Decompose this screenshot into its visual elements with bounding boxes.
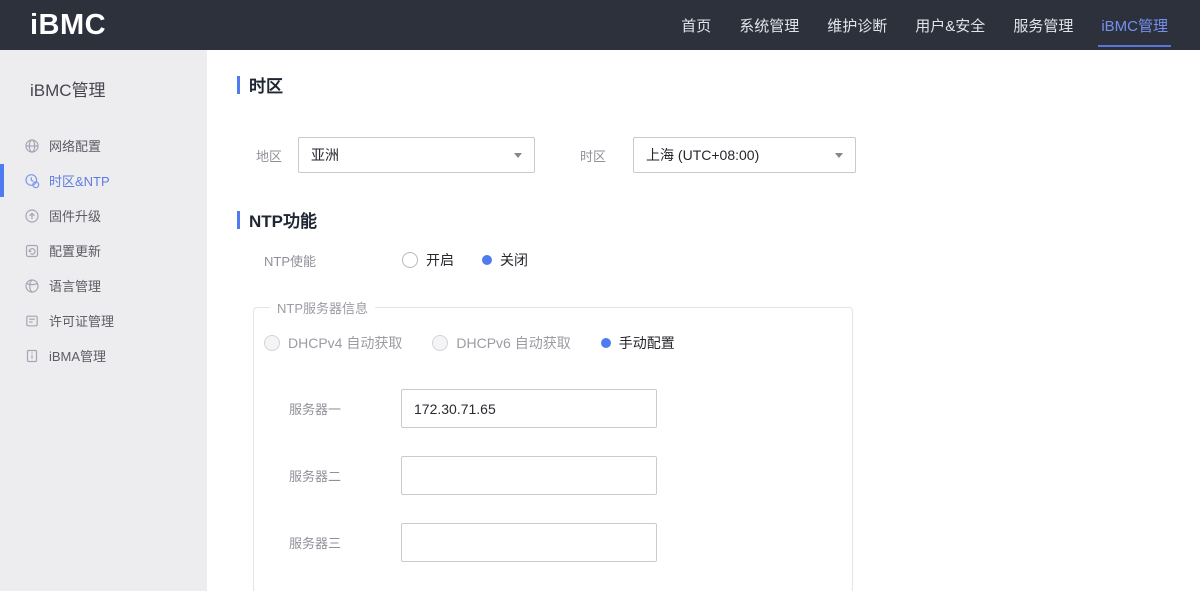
sidebar-item-timezone-ntp[interactable]: 时区&NTP [0, 163, 207, 198]
sidebar-menu: 网络配置 时区&NTP 固件升级 配置更新 语言管理 许可证管理 iBMA管理 [0, 128, 207, 373]
section-accent-bar [237, 210, 240, 229]
manual-config-radio[interactable] [600, 338, 611, 348]
timezone-select-value: 上海 (UTC+08:00) [646, 147, 760, 163]
radio-label: DHCPv6 自动获取 [456, 335, 571, 351]
radio-label: 关闭 [500, 252, 528, 268]
server-two-label: 服务器二 [289, 469, 342, 484]
ntp-enable-off-radio[interactable] [482, 255, 492, 265]
sidebar-item-label: 许可证管理 [49, 314, 115, 329]
dhcpv4-auto-option[interactable]: DHCPv4 自动获取 [264, 333, 402, 353]
sidebar-item-label: 配置更新 [49, 244, 102, 259]
ibmc-logo: iBMC [30, 8, 107, 41]
dhcpv6-auto-radio[interactable] [432, 335, 449, 351]
dhcpv6-auto-option[interactable]: DHCPv6 自动获取 [432, 333, 571, 353]
server-three-input[interactable] [401, 523, 657, 562]
nav-item-system-management[interactable]: 系统管理 [725, 0, 813, 50]
chevron-down-icon [514, 152, 523, 158]
section-title-text: NTP功能 [249, 212, 317, 231]
ntp-server-info-legend: NTP服务器信息 [277, 301, 369, 316]
ntp-enable-radio-group: 开启 关闭 [402, 250, 528, 270]
server-one-label: 服务器一 [289, 402, 342, 417]
section-title-text: 时区 [249, 77, 283, 96]
sidebar-item-network-config[interactable]: 网络配置 [0, 128, 207, 163]
server-one-input[interactable] [401, 389, 657, 428]
sidebar: iBMC管理 网络配置 时区&NTP 固件升级 配置更新 语言管理 许可证管理 … [0, 50, 207, 591]
sidebar-item-ibma-management[interactable]: iBMA管理 [0, 338, 207, 373]
sidebar-item-label: 语言管理 [49, 279, 102, 294]
dhcpv4-auto-radio[interactable] [264, 335, 280, 351]
ntp-server-mode-row: DHCPv4 自动获取 DHCPv6 自动获取 手动配置 [264, 333, 852, 353]
timezone-form-row: 地区 亚洲 时区 上海 (UTC+08:00) [256, 137, 1200, 173]
server-three-row: 服务器三 [254, 523, 852, 562]
ntp-enable-on-option[interactable]: 开启 [402, 250, 454, 270]
ntp-server-info-group: NTP服务器信息 DHCPv4 自动获取 DHCPv6 自动获取 手动配置 服务… [253, 298, 853, 591]
ibma-document-icon [24, 348, 40, 364]
license-document-icon [24, 313, 40, 329]
sidebar-item-language-management[interactable]: 语言管理 [0, 268, 207, 303]
sidebar-item-label: iBMA管理 [49, 349, 107, 364]
sidebar-item-label: 固件升级 [49, 209, 102, 224]
nav-item-service-management[interactable]: 服务管理 [999, 0, 1087, 50]
nav-item-maintenance-diagnosis[interactable]: 维护诊断 [813, 0, 901, 50]
section-title-ntp: NTP功能 [237, 207, 1200, 232]
radio-label: DHCPv4 自动获取 [288, 335, 403, 351]
config-update-icon [24, 243, 40, 259]
upgrade-arrow-icon [24, 208, 40, 224]
server-two-input[interactable] [401, 456, 657, 495]
ntp-enable-on-radio[interactable] [402, 252, 418, 268]
clock-sync-icon [24, 173, 40, 189]
section-accent-bar [237, 75, 240, 94]
main-content: 时区 地区 亚洲 时区 上海 (UTC+08:00) NTP功能 NTP使能 开… [207, 50, 1200, 591]
top-navigation: 首页 系统管理 维护诊断 用户&安全 服务管理 iBMC管理 [667, 0, 1182, 50]
chevron-down-icon [835, 152, 844, 158]
sidebar-item-label: 网络配置 [49, 139, 102, 154]
ntp-enable-label: NTP使能 [264, 253, 317, 269]
region-select[interactable]: 亚洲 [298, 137, 536, 173]
sidebar-item-label: 时区&NTP [49, 174, 110, 189]
region-label: 地区 [256, 148, 283, 164]
topbar: iBMC 首页 系统管理 维护诊断 用户&安全 服务管理 iBMC管理 [0, 0, 1200, 50]
timezone-label: 时区 [580, 148, 607, 164]
ntp-enable-row: NTP使能 开启 关闭 [264, 250, 1200, 270]
radio-label: 手动配置 [618, 335, 675, 351]
server-two-row: 服务器二 [254, 456, 852, 495]
nav-item-home[interactable]: 首页 [667, 0, 725, 50]
nav-item-user-security[interactable]: 用户&安全 [901, 0, 999, 50]
server-one-row: 服务器一 [254, 389, 852, 428]
manual-config-option[interactable]: 手动配置 [600, 333, 675, 353]
sidebar-item-license-management[interactable]: 许可证管理 [0, 303, 207, 338]
sidebar-item-config-update[interactable]: 配置更新 [0, 233, 207, 268]
section-title-timezone: 时区 [237, 72, 1200, 97]
radio-label: 开启 [426, 252, 454, 268]
region-select-value: 亚洲 [311, 147, 340, 163]
timezone-select[interactable]: 上海 (UTC+08:00) [633, 137, 857, 173]
nav-item-ibmc-management[interactable]: iBMC管理 [1087, 0, 1182, 50]
ntp-enable-off-option[interactable]: 关闭 [482, 250, 528, 270]
sidebar-title: iBMC管理 [30, 81, 106, 100]
server-three-label: 服务器三 [289, 536, 342, 551]
sidebar-item-firmware-upgrade[interactable]: 固件升级 [0, 198, 207, 233]
language-globe-icon [24, 278, 40, 294]
network-globe-icon [24, 138, 40, 154]
